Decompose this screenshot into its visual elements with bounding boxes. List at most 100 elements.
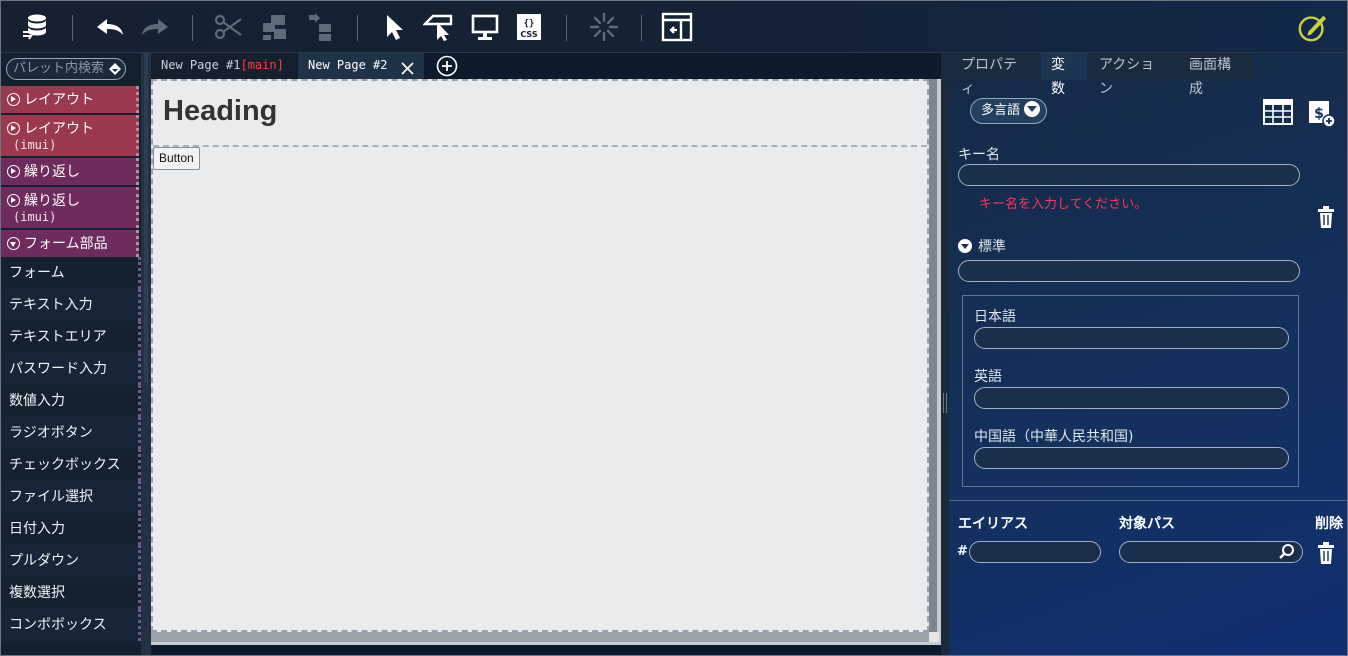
chinese-input[interactable] — [974, 447, 1289, 469]
tab-variables[interactable]: 変数 — [1041, 53, 1087, 97]
toolbar-separator — [357, 15, 358, 41]
key-name-error: キー名を入力してください。 — [979, 197, 1148, 212]
palette-item-checkbox[interactable]: チェックボックス — [1, 449, 141, 481]
target-path-input[interactable] — [1119, 541, 1303, 563]
language-values-box: 日本語 英語 中国語（中華人民共和国) — [962, 295, 1299, 487]
tab-new-page-1[interactable]: New Page #1[main] — [151, 53, 296, 79]
splitter-grip[interactable] — [943, 393, 947, 413]
palette-item-date[interactable]: 日付入力 — [1, 513, 141, 545]
tab-screen-structure[interactable]: 画面構成 — [1179, 53, 1253, 97]
toolbar-separator — [566, 15, 567, 41]
palette-search-placeholder: パレット内検索 — [13, 61, 105, 76]
japanese-input[interactable] — [974, 327, 1289, 349]
toolbar-separator — [192, 15, 193, 41]
palette-item-form[interactable]: フォーム — [1, 257, 141, 289]
select-cursor-icon[interactable] — [379, 11, 411, 43]
eraser-icon[interactable] — [108, 62, 122, 81]
add-variable-icon[interactable]: $ — [1307, 99, 1337, 133]
palette-item-file[interactable]: ファイル選択 — [1, 481, 141, 513]
table-icon[interactable] — [1263, 99, 1293, 129]
palette-item-number[interactable]: 数値入力 — [1, 385, 141, 417]
palette-item-radio[interactable]: ラジオボタン — [1, 417, 141, 449]
standard-input[interactable] — [958, 260, 1300, 282]
palette-item-text-input[interactable]: テキスト入力 — [1, 289, 141, 321]
tab-properties[interactable]: プロパティ — [951, 53, 1039, 97]
palette-item-combobox[interactable]: コンボボックス — [1, 609, 141, 641]
alias-header: エイリアス — [958, 516, 1028, 532]
chevron-down-circle-icon — [958, 239, 972, 253]
search-icon[interactable] — [1278, 543, 1296, 565]
japanese-label: 日本語 — [974, 309, 1016, 325]
tab-new-page-2[interactable]: New Page #2 — [298, 53, 424, 79]
palette-category-label: レイアウト — [24, 121, 94, 137]
palette-category-label: 繰り返し — [24, 164, 80, 180]
chinese-label: 中国語（中華人民共和国) — [974, 429, 1134, 445]
english-label: 英語 — [974, 369, 1002, 385]
component-palette: パレット内検索 レイアウト レイアウト (imui) 繰り返し 繰り返し (im… — [1, 53, 141, 655]
css-icon-label: CSS — [520, 30, 537, 39]
english-input[interactable] — [974, 387, 1289, 409]
standard-label: 標準 — [978, 239, 1006, 255]
tab-label: New Page #1 — [161, 58, 241, 72]
properties-panel: プロパティ 変数 アクション 画面構成 多言語 $ キー名 キー名を入力してくだ… — [949, 53, 1347, 655]
ungroup-icon[interactable] — [305, 11, 337, 43]
palette-item-password[interactable]: パスワード入力 — [1, 353, 141, 385]
key-name-label: キー名 — [958, 147, 1000, 163]
play-circle-icon — [7, 93, 20, 106]
undo-icon[interactable] — [94, 11, 126, 43]
css-icon[interactable]: {} CSS — [513, 11, 545, 43]
palette-splitter[interactable] — [141, 53, 151, 655]
play-circle-icon — [7, 122, 20, 135]
canvas-vertical-scrollbar[interactable] — [929, 79, 937, 632]
design-canvas[interactable]: Heading Button — [151, 79, 929, 632]
cut-icon[interactable] — [212, 11, 244, 43]
alias-input[interactable] — [969, 541, 1101, 563]
palette-category-label: レイアウト — [24, 92, 94, 108]
palette-list: レイアウト レイアウト (imui) 繰り返し 繰り返し (imui) フォーム… — [1, 86, 141, 641]
palette-category-layout[interactable]: レイアウト — [1, 86, 139, 113]
loading-icon — [588, 11, 620, 43]
sample-button[interactable]: Button — [153, 147, 200, 170]
standard-label-row[interactable]: 標準 — [958, 236, 1006, 256]
properties-splitter[interactable] — [941, 53, 949, 655]
trash-icon[interactable] — [1317, 205, 1335, 233]
target-path-header: 対象パス — [1119, 516, 1175, 532]
palette-search-input[interactable]: パレット内検索 — [6, 58, 126, 80]
palette-category-layout-imui[interactable]: レイアウト (imui) — [1, 115, 139, 156]
palette-items: フォーム テキスト入力 テキストエリア パスワード入力 数値入力 ラジオボタン … — [1, 257, 141, 641]
palette-category-repeat[interactable]: 繰り返し — [1, 158, 139, 185]
redo-icon[interactable] — [139, 11, 171, 43]
tab-actions[interactable]: アクション — [1089, 53, 1177, 97]
palette-category-sub: (imui) — [13, 138, 57, 152]
event-cursor-icon[interactable] — [423, 11, 455, 43]
multilang-dropdown[interactable]: 多言語 — [970, 98, 1048, 124]
heading-component[interactable]: Heading — [153, 81, 927, 147]
database-icon[interactable] — [19, 11, 51, 43]
group-icon[interactable] — [259, 11, 291, 43]
chevron-down-icon — [1024, 101, 1041, 117]
palette-item-pulldown[interactable]: プルダウン — [1, 545, 141, 577]
palette-item-multiselect[interactable]: 複数選択 — [1, 577, 141, 609]
palette-category-repeat-imui[interactable]: 繰り返し (imui) — [1, 187, 139, 228]
palette-category-label: 繰り返し — [24, 193, 80, 209]
palette-category-form-parts[interactable]: フォーム部品 — [1, 230, 139, 257]
add-tab-icon[interactable] — [436, 55, 458, 81]
main-tag: [main] — [240, 58, 284, 72]
tab-label: New Page #2 — [308, 58, 388, 72]
edit-pen-icon[interactable] — [1297, 11, 1329, 43]
svg-text:{}: {} — [524, 19, 535, 29]
main-toolbar: {} CSS — [1, 1, 1347, 53]
toolbar-separator — [72, 15, 73, 41]
play-circle-icon — [7, 165, 20, 178]
palette-item-textarea[interactable]: テキストエリア — [1, 321, 141, 353]
canvas-scroll-corner — [929, 632, 939, 642]
key-name-input[interactable] — [958, 164, 1300, 186]
section-divider — [949, 500, 1347, 501]
canvas-horizontal-scrollbar[interactable] — [151, 632, 937, 642]
panel-toggle-icon[interactable] — [661, 11, 693, 43]
preview-monitor-icon[interactable] — [469, 11, 501, 43]
play-circle-icon — [7, 194, 20, 207]
palette-category-sub: (imui) — [13, 210, 57, 224]
hash-label: # — [957, 544, 968, 559]
trash-icon[interactable] — [1317, 541, 1335, 569]
